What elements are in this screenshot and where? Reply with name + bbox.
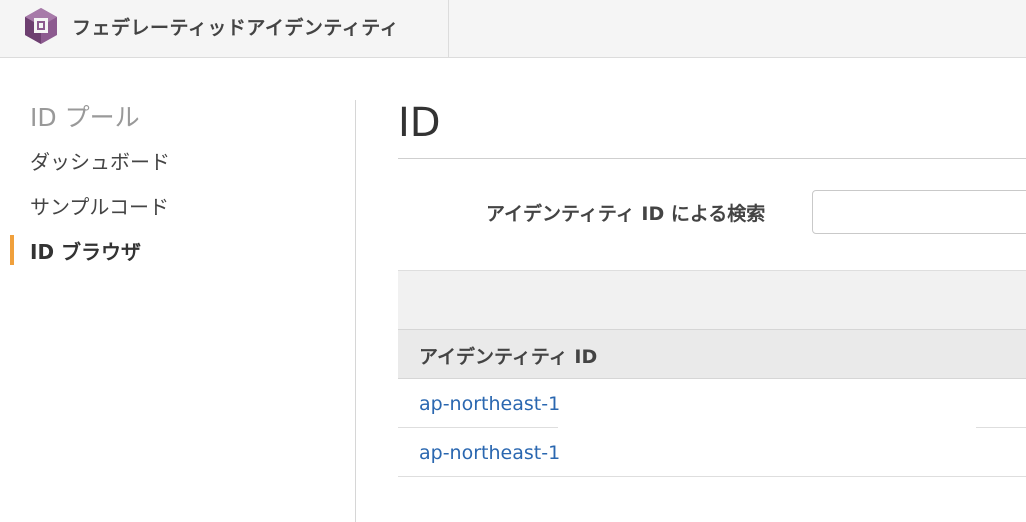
sidebar-item-id-browser[interactable]: ID ブラウザ xyxy=(30,236,141,265)
sidebar-divider xyxy=(355,100,356,522)
search-label: アイデンティティ ID による検索 xyxy=(486,203,766,225)
table-row: ap-northeast-1 xyxy=(398,428,1026,477)
identity-id-link[interactable]: ap-northeast-1 xyxy=(419,442,560,464)
cognito-logo-icon xyxy=(25,8,57,44)
table-header: アイデンティティ ID xyxy=(398,329,1026,379)
title-divider xyxy=(398,158,1026,159)
active-indicator xyxy=(10,235,14,265)
sidebar-item-sample-code[interactable]: サンプルコード xyxy=(30,191,169,220)
service-title: フェデレーティッドアイデンティティ xyxy=(72,17,400,39)
column-header-identity-id[interactable]: アイデンティティ ID xyxy=(419,342,597,369)
page-title: ID xyxy=(398,100,441,146)
identity-id-search-input[interactable] xyxy=(812,190,1026,234)
row-divider xyxy=(398,476,1026,477)
identity-id-link[interactable]: ap-northeast-1 xyxy=(419,393,560,415)
table-toolbar xyxy=(398,270,1026,330)
sidebar-heading[interactable]: ID プール xyxy=(30,98,140,134)
sidebar-item-dashboard[interactable]: ダッシュボード xyxy=(30,146,170,175)
service-brand[interactable]: フェデレーティッドアイデンティティ xyxy=(0,0,449,57)
table-row: ap-northeast-1 xyxy=(398,379,1026,428)
top-bar: フェデレーティッドアイデンティティ xyxy=(0,0,1026,58)
